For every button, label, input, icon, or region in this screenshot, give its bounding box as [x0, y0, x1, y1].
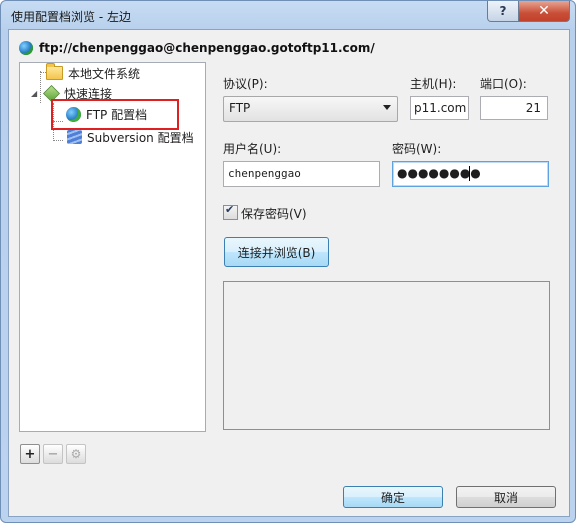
dialog-window: 使用配置档浏览 - 左边 ? ✕ ftp://chenpenggao@chenp…	[0, 0, 576, 523]
host-label: 主机(H):	[410, 77, 457, 91]
tree-item-label: FTP 配置档	[86, 107, 148, 122]
tree-item-ftp-profile[interactable]: FTP 配置档	[63, 104, 151, 124]
text-caret	[469, 166, 470, 181]
save-password-label[interactable]: 保存密码(V)	[241, 205, 307, 222]
host-input[interactable]: p11.com	[410, 96, 469, 120]
globe-icon	[19, 41, 33, 55]
tree-connector	[53, 140, 63, 141]
connect-browse-button[interactable]: 连接并浏览(B)	[224, 237, 329, 267]
host-value: p11.com	[414, 101, 467, 115]
add-profile-button[interactable]: +	[20, 444, 40, 464]
chevron-down-icon	[383, 105, 391, 110]
title-bar[interactable]: 使用配置档浏览 - 左边 ? ✕	[1, 1, 575, 29]
save-password-checkbox[interactable]	[223, 203, 238, 220]
path-text: ftp://chenpenggao@chenpenggao.gotoftp11.…	[39, 41, 375, 55]
ok-button[interactable]: 确定	[343, 486, 443, 508]
tree-item-label: Subversion 配置档	[87, 130, 194, 145]
protocol-select[interactable]: FTP	[223, 96, 398, 122]
tree-item-label: 本地文件系统	[68, 66, 141, 81]
port-label: 端口(O):	[480, 77, 527, 91]
username-label: 用户名(U):	[223, 142, 282, 156]
port-input[interactable]: 21	[480, 96, 548, 120]
globe-icon	[66, 106, 81, 122]
tree-item-local-filesystem[interactable]: 本地文件系统	[46, 63, 141, 82]
collapse-arrow-icon[interactable]: ◢	[31, 89, 39, 98]
help-button[interactable]: ?	[487, 1, 519, 22]
dialog-body: ftp://chenpenggao@chenpenggao.gotoftp11.…	[8, 29, 570, 517]
profile-tree[interactable]: 本地文件系统 ◢ 快速连接 FTP 配置档 Subversion 配置档	[19, 62, 206, 432]
window-title: 使用配置档浏览 - 左边	[11, 10, 131, 24]
tree-item-subversion-profile[interactable]: Subversion 配置档	[67, 128, 194, 146]
settings-gear-button[interactable]: ⚙	[66, 444, 86, 464]
profile-info-panel	[223, 281, 550, 430]
password-input[interactable]: ●●●●●●●●	[392, 161, 549, 187]
subversion-icon	[67, 130, 82, 144]
password-label: 密码(W):	[392, 142, 442, 156]
cancel-button[interactable]: 取消	[456, 486, 556, 508]
remove-profile-button[interactable]: −	[43, 444, 63, 464]
protocol-label: 协议(P):	[223, 77, 268, 91]
connection-path: ftp://chenpenggao@chenpenggao.gotoftp11.…	[19, 39, 375, 57]
username-value: chenpenggao	[228, 167, 301, 180]
close-button[interactable]: ✕	[518, 1, 570, 22]
username-input[interactable]: chenpenggao	[223, 161, 380, 187]
port-value: 21	[525, 101, 541, 115]
folder-icon	[46, 63, 63, 80]
protocol-value: FTP	[229, 101, 251, 115]
